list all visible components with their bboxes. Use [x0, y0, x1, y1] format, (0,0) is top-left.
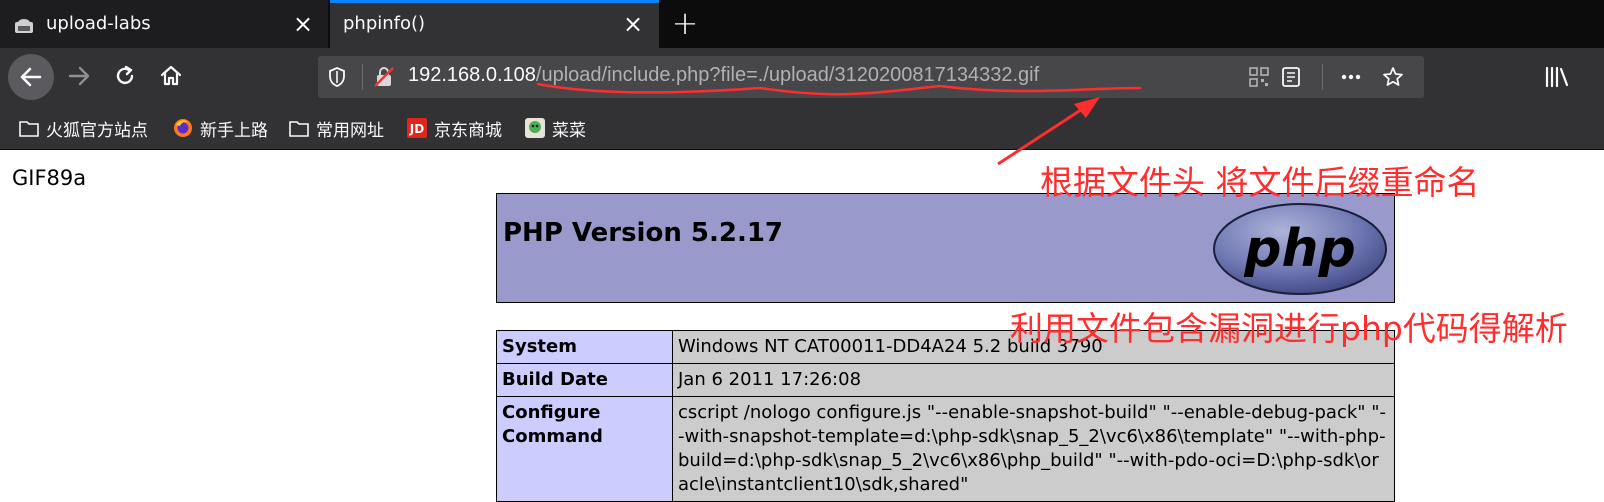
url-path: /upload/include.php?file=./upload/312020… — [535, 64, 1040, 86]
php-info-table: System Windows NT CAT00011-DD4A24 5.2 bu… — [496, 330, 1395, 502]
home-icon — [160, 65, 182, 86]
bookmark-item[interactable]: 新手上路 — [172, 116, 268, 141]
folder-icon — [289, 121, 309, 137]
tab-upload-labs[interactable]: upload-labs × — [0, 0, 328, 48]
bookmark-label: 京东商城 — [434, 120, 502, 141]
url-host: 192.168.0.108 — [408, 64, 536, 86]
tab-phpinfo[interactable]: phpinfo() × — [330, 0, 659, 48]
php-version-title: PHP Version 5.2.17 — [503, 218, 784, 248]
annotation-note: 根据文件头 将文件后缀重命名 — [1040, 163, 1480, 202]
folder-icon — [19, 121, 39, 137]
back-button[interactable] — [8, 54, 54, 100]
arrow-right-icon — [68, 66, 90, 86]
bookmark-label: 常用网址 — [316, 120, 384, 141]
reader-view-icon[interactable] — [1280, 66, 1302, 88]
bookmarks-toolbar: 火狐官方站点 新手上路 常用网址 JD 京东商城 菜菜 — [0, 106, 1604, 150]
home-button[interactable] — [150, 55, 192, 97]
bookmark-item[interactable]: 常用网址 — [288, 116, 384, 141]
row-key: Configure Command — [496, 396, 673, 502]
table-row: Build Date Jan 6 2011 17:26:08 — [496, 363, 1395, 397]
tab-title: upload-labs — [46, 13, 151, 34]
site-favicon-icon — [15, 19, 33, 33]
bookmark-star-icon[interactable] — [1382, 66, 1404, 88]
forward-button[interactable] — [58, 55, 100, 97]
new-tab-button[interactable]: + — [670, 7, 700, 39]
shield-icon[interactable] — [326, 66, 348, 88]
url-text[interactable]: 192.168.0.108/upload/include.php?file=./… — [408, 64, 1039, 87]
arrow-left-icon — [20, 67, 42, 87]
row-key: System — [496, 330, 673, 364]
site-icon — [525, 118, 545, 138]
tab-title: phpinfo() — [343, 13, 426, 34]
address-bar[interactable]: 192.168.0.108/upload/include.php?file=./… — [318, 56, 1424, 98]
table-row: Configure Command cscript /nologo config… — [496, 396, 1395, 502]
bookmark-label: 新手上路 — [200, 120, 268, 141]
tab-strip: upload-labs × phpinfo() × + — [0, 0, 1604, 48]
library-icon[interactable] — [1544, 66, 1570, 88]
reload-button[interactable] — [104, 55, 146, 97]
close-icon[interactable]: × — [292, 12, 314, 36]
divider — [362, 64, 363, 90]
svg-text:JD: JD — [409, 122, 424, 136]
row-value: cscript /nologo configure.js "--enable-s… — [672, 396, 1395, 502]
bookmark-item[interactable]: 火狐官方站点 — [18, 116, 148, 141]
insecure-lock-icon[interactable] — [372, 65, 396, 89]
reload-icon — [116, 65, 134, 85]
php-logo-icon[interactable]: php — [1212, 202, 1388, 296]
bookmark-item[interactable]: 菜菜 — [524, 116, 586, 141]
row-key: Build Date — [496, 363, 673, 397]
annotation-note: 利用文件包含漏洞进行php代码得解析 — [1010, 309, 1568, 348]
bookmark-label: 菜菜 — [552, 120, 586, 141]
row-value: Jan 6 2011 17:26:08 — [672, 363, 1395, 397]
php-version-header: PHP Version 5.2.17 php — [496, 193, 1395, 303]
qr-code-icon[interactable] — [1248, 66, 1270, 88]
jd-icon: JD — [407, 118, 427, 138]
divider — [1322, 64, 1323, 90]
firefox-icon — [174, 119, 192, 137]
bookmark-label: 火狐官方站点 — [46, 120, 148, 141]
bookmark-item[interactable]: JD 京东商城 — [406, 116, 502, 141]
gif-header-text: GIF89a — [12, 166, 87, 190]
navigation-toolbar: 192.168.0.108/upload/include.php?file=./… — [0, 48, 1604, 106]
more-actions-icon[interactable] — [1340, 66, 1362, 88]
close-icon[interactable]: × — [622, 12, 644, 36]
svg-text:php: php — [1243, 219, 1355, 279]
